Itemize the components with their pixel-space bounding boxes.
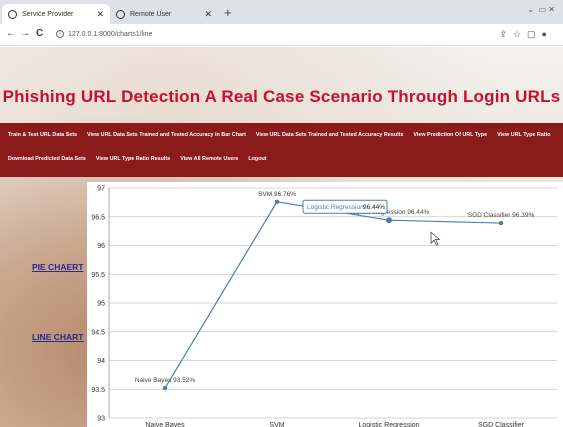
y-tick-label: 94.5	[91, 329, 105, 336]
menu-train-test[interactable]: Train & Test URL Data Sets	[8, 132, 77, 138]
tooltip-label: Logistic Regression:	[307, 204, 366, 211]
globe-icon	[116, 9, 125, 19]
url-text: 127.0.0.1:8000/charts1/line	[68, 30, 153, 38]
url-field[interactable]: i 127.0.0.1:8000/charts1/line	[56, 30, 152, 38]
menu-remote-users[interactable]: View All Remote Users	[180, 156, 238, 162]
close-icon[interactable]: ✕	[96, 9, 104, 20]
line-chart-link[interactable]: LINE CHART	[32, 332, 83, 342]
data-point	[274, 199, 280, 204]
x-tick-label: SGD Classifier	[478, 422, 525, 427]
cursor-icon	[430, 231, 441, 246]
y-tick-label: 95.5	[91, 272, 105, 279]
globe-icon	[8, 9, 17, 19]
menu-bar-chart[interactable]: View URL Data Sets Trained and Tested Ac…	[87, 132, 246, 138]
new-tab-button[interactable]: +	[224, 5, 232, 20]
line-chart: 93 93.5 94 94.5 95 95.5 96 96.5 97 Naive Bayes SVM…	[87, 182, 563, 427]
menu-prediction[interactable]: View Prediction Of URL Type	[413, 132, 487, 138]
menu-logout[interactable]: Logout	[248, 156, 266, 162]
menu-accuracy-results[interactable]: View URL Data Sets Trained and Tested Ac…	[256, 132, 404, 138]
data-label: Naive Bayes 93.52%	[135, 377, 196, 384]
tooltip-value: 96.44%	[363, 204, 385, 211]
x-tick-label: Logistic Regression	[358, 422, 419, 427]
pie-chart-link[interactable]: PIE CHAERT	[32, 262, 83, 272]
menu-ratio-results[interactable]: View URL Type Ratio Results	[96, 156, 170, 162]
x-tick-label: Naive Bayes	[145, 422, 185, 427]
menu-row-2: Download Predicted Data Sets View URL Ty…	[0, 156, 267, 162]
tab-service-provider[interactable]: Service Provider ✕	[2, 4, 110, 24]
y-tick-label: 95	[97, 301, 105, 308]
y-tick-label: 94	[97, 358, 105, 365]
data-point	[162, 385, 168, 391]
address-bar: ← → C i 127.0.0.1:8000/charts1/line ⇪☆▢●	[0, 24, 563, 46]
tab-title: Remote User	[130, 10, 172, 18]
window-controls[interactable]: ⌄ ▭ ✕	[527, 5, 555, 14]
close-icon[interactable]: ✕	[204, 9, 212, 20]
main-menu: Train & Test URL Data Sets View URL Data…	[0, 123, 563, 177]
tab-title: Service Provider	[22, 10, 74, 18]
info-icon[interactable]: i	[56, 30, 64, 38]
y-tick-label: 93.5	[91, 387, 105, 394]
data-point	[498, 220, 504, 226]
y-tick-label: 96	[97, 243, 105, 250]
page-title: Phishing URL Detection A Real Case Scena…	[2, 87, 561, 106]
menu-type-ratio[interactable]: View URL Type Ratio	[497, 132, 550, 138]
y-tick-label: 93	[97, 416, 105, 423]
menu-row-1: Train & Test URL Data Sets View URL Data…	[0, 132, 550, 138]
forward-button[interactable]: →	[20, 28, 30, 39]
page: Phishing URL Detection A Real Case Scena…	[0, 47, 563, 427]
tab-remote-user[interactable]: Remote User ✕	[110, 4, 218, 24]
y-tick-label: 97	[97, 186, 105, 193]
browser-tab-bar: Service Provider ✕ Remote User ✕ + ⌄ ▭ ✕	[0, 0, 563, 24]
reload-button[interactable]: C	[36, 28, 43, 39]
data-point	[386, 217, 392, 224]
y-tick-label: 96.5	[91, 214, 105, 221]
chart-svg: 93 93.5 94 94.5 95 95.5 96 96.5 97 Naive Bayes SVM…	[91, 186, 557, 427]
data-label: SGD Classifier 96.39%	[468, 212, 535, 219]
data-label: SVM 96.76%	[258, 191, 296, 198]
back-button[interactable]: ←	[6, 28, 16, 39]
x-tick-label: SVM	[269, 422, 284, 427]
toolbar-icons[interactable]: ⇪☆▢●	[499, 29, 553, 40]
menu-download[interactable]: Download Predicted Data Sets	[8, 156, 86, 162]
